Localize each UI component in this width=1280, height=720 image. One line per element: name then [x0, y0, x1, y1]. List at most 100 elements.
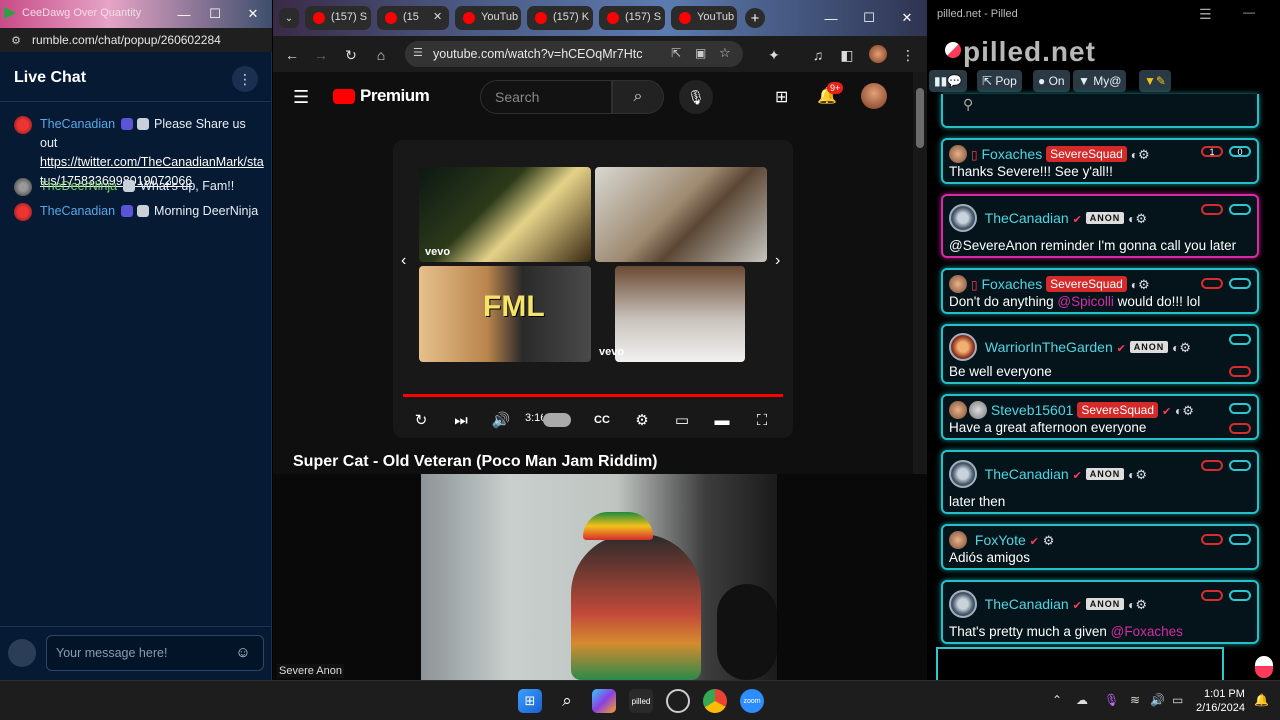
bookmark-star-icon[interactable]: ☆ — [719, 45, 731, 61]
user-avatar[interactable] — [8, 639, 36, 667]
search-icon[interactable]: ⌕ — [612, 80, 664, 114]
start-windows-icon[interactable]: ⊞ — [518, 689, 542, 713]
chat-bubbles-icon[interactable]: ▮▮💬 — [929, 70, 968, 92]
media-control-icon[interactable]: ♫ — [809, 46, 827, 64]
mention[interactable]: @Spicolli — [1057, 294, 1113, 309]
back-icon[interactable]: ← — [283, 46, 301, 64]
scrollbar[interactable] — [913, 72, 927, 474]
volume-icon[interactable]: 🔊 — [1150, 693, 1165, 707]
pilled-app-icon[interactable]: pilled — [629, 689, 653, 713]
reaction-pill[interactable] — [1201, 534, 1223, 545]
extensions-icon[interactable]: ✦ — [765, 46, 783, 64]
pilled-menu-icon[interactable]: ☰ — [1199, 6, 1212, 23]
zoom-icon[interactable]: zoom — [740, 689, 764, 713]
minimize-icon[interactable]: — — [817, 8, 845, 28]
chat-username[interactable]: Steveb15601 — [991, 402, 1074, 418]
next-video-icon[interactable]: ⏭ — [449, 408, 473, 432]
previous-arrow-icon[interactable]: ‹ — [401, 252, 406, 270]
chrome-icon[interactable] — [703, 689, 727, 713]
theater-mode-icon[interactable]: ▬ — [710, 408, 734, 432]
chat-username[interactable]: Foxaches — [982, 146, 1043, 162]
gear-icon[interactable]: ⚙ — [1179, 340, 1191, 355]
tab[interactable]: YouTub — [671, 6, 737, 30]
tab[interactable]: YouTub — [455, 6, 521, 30]
site-info-icon[interactable]: ☰ — [413, 46, 423, 59]
search-input[interactable]: Search — [480, 80, 612, 114]
reaction-pill[interactable] — [1229, 590, 1251, 601]
reaction-pill[interactable] — [1229, 534, 1251, 545]
count-badge[interactable]: 1 — [1201, 146, 1223, 157]
maximize-icon[interactable]: ☐ — [855, 8, 883, 28]
video-player[interactable]: vevo FML vevo ‹ › ↻ ⏭ 🔊 3:16 CC ⚙ ▭ ▬ ⛶ — [393, 140, 793, 438]
end-screen-video-4[interactable] — [615, 266, 745, 362]
gear-icon[interactable]: ⚙ — [1138, 277, 1150, 292]
minimize-icon[interactable]: — — [172, 4, 196, 24]
tab-close-icon[interactable]: ✕ — [433, 10, 442, 23]
next-arrow-icon[interactable]: › — [775, 252, 780, 270]
chat-username[interactable]: TheCanadian — [985, 210, 1069, 226]
reaction-pill[interactable] — [1229, 278, 1251, 289]
chat-username[interactable]: WarriorInTheGarden — [985, 339, 1113, 355]
mention[interactable]: @Foxaches — [1111, 624, 1183, 639]
reaction-pill[interactable] — [1229, 460, 1251, 471]
side-panel-icon[interactable]: ◧ — [838, 46, 856, 64]
pill-send-icon[interactable] — [1255, 656, 1273, 678]
gear-icon[interactable]: ⚙ — [1043, 533, 1055, 548]
reaction-pill[interactable] — [1229, 204, 1251, 215]
more-options-icon[interactable]: ⋮ — [232, 66, 258, 92]
chrome-menu-icon[interactable]: ⋮ — [899, 46, 917, 64]
account-avatar[interactable] — [861, 83, 887, 109]
reaction-pill[interactable] — [1229, 403, 1251, 414]
rumble-titlebar[interactable]: CeeDawg Over Quantity — ☐ ✕ — [0, 0, 272, 28]
network-status-icon[interactable]: ☁ — [1076, 693, 1088, 707]
reaction-pill[interactable] — [1201, 590, 1223, 601]
progress-bar[interactable] — [403, 394, 783, 397]
search-icon[interactable]: ⌕ — [555, 689, 579, 713]
gear-icon[interactable]: ⚙ — [1182, 403, 1194, 418]
reaction-pill[interactable] — [1201, 460, 1223, 471]
autoplay-toggle[interactable] — [543, 413, 571, 427]
gear-icon[interactable]: ⚙ — [1138, 147, 1150, 162]
filter-pill-button[interactable]: ▼✎ — [1139, 70, 1171, 92]
chat-username[interactable]: FoxYote — [975, 532, 1026, 548]
fullscreen-icon[interactable]: ⛶ — [750, 408, 774, 432]
reaction-pill[interactable] — [1229, 423, 1251, 434]
reload-icon[interactable]: ↻ — [342, 46, 360, 64]
chat-username[interactable]: TheCanadian — [985, 466, 1069, 482]
system-clock[interactable]: 1:01 PM 2/16/2024 — [1196, 687, 1245, 715]
close-icon[interactable]: ✕ — [893, 8, 921, 28]
chat-username[interactable]: Foxaches — [982, 276, 1043, 292]
create-video-icon[interactable]: ⊞ — [775, 87, 788, 107]
gear-icon[interactable]: ⚙ — [1135, 597, 1147, 612]
show-hidden-icons-icon[interactable]: ⌃ — [1052, 693, 1062, 707]
pilled-chat-input[interactable] — [936, 647, 1224, 681]
new-tab-icon[interactable]: + — [745, 8, 765, 28]
chat-username[interactable]: TheCanadian — [985, 596, 1069, 612]
tab-search-icon[interactable]: ⌄ — [279, 8, 299, 28]
chat-username[interactable]: TheCanadian — [40, 117, 115, 131]
forward-icon[interactable]: → — [312, 46, 330, 64]
gear-icon[interactable]: ⚙ — [1135, 211, 1147, 226]
home-icon[interactable]: ⌂ — [372, 46, 390, 64]
cast-icon[interactable]: ▣ — [695, 46, 706, 60]
miniplayer-icon[interactable]: ▭ — [670, 408, 694, 432]
maximize-icon[interactable]: ☐ — [203, 4, 227, 24]
reaction-pill[interactable] — [1229, 334, 1251, 345]
count-badge[interactable]: 0 — [1229, 146, 1251, 157]
reaction-pill[interactable] — [1229, 366, 1251, 377]
tab-active[interactable]: (15 ✕ — [377, 6, 449, 30]
replay-icon[interactable]: ↻ — [409, 408, 433, 432]
chat-username[interactable]: TheCanadian — [40, 204, 115, 218]
tab[interactable]: (157) S — [599, 6, 665, 30]
chat-message-input[interactable]: Your message here! — [46, 635, 264, 671]
obs-icon[interactable] — [666, 689, 690, 713]
settings-gear-icon[interactable]: ⚙ — [630, 408, 654, 432]
close-icon[interactable]: ✕ — [241, 4, 265, 24]
omnibox[interactable]: ☰ youtube.com/watch?v=hCEOqMr7Htc ⇱ ▣ ☆ — [405, 41, 743, 67]
site-settings-icon[interactable]: ⚙ — [8, 32, 24, 48]
chat-username[interactable]: TheDeerNinja — [40, 179, 117, 193]
open-in-app-icon[interactable]: ⇱ — [671, 46, 681, 60]
tab[interactable]: (157) K — [527, 6, 593, 30]
gear-icon[interactable]: ⚙ — [1135, 467, 1147, 482]
end-screen-video-2[interactable] — [595, 167, 767, 262]
